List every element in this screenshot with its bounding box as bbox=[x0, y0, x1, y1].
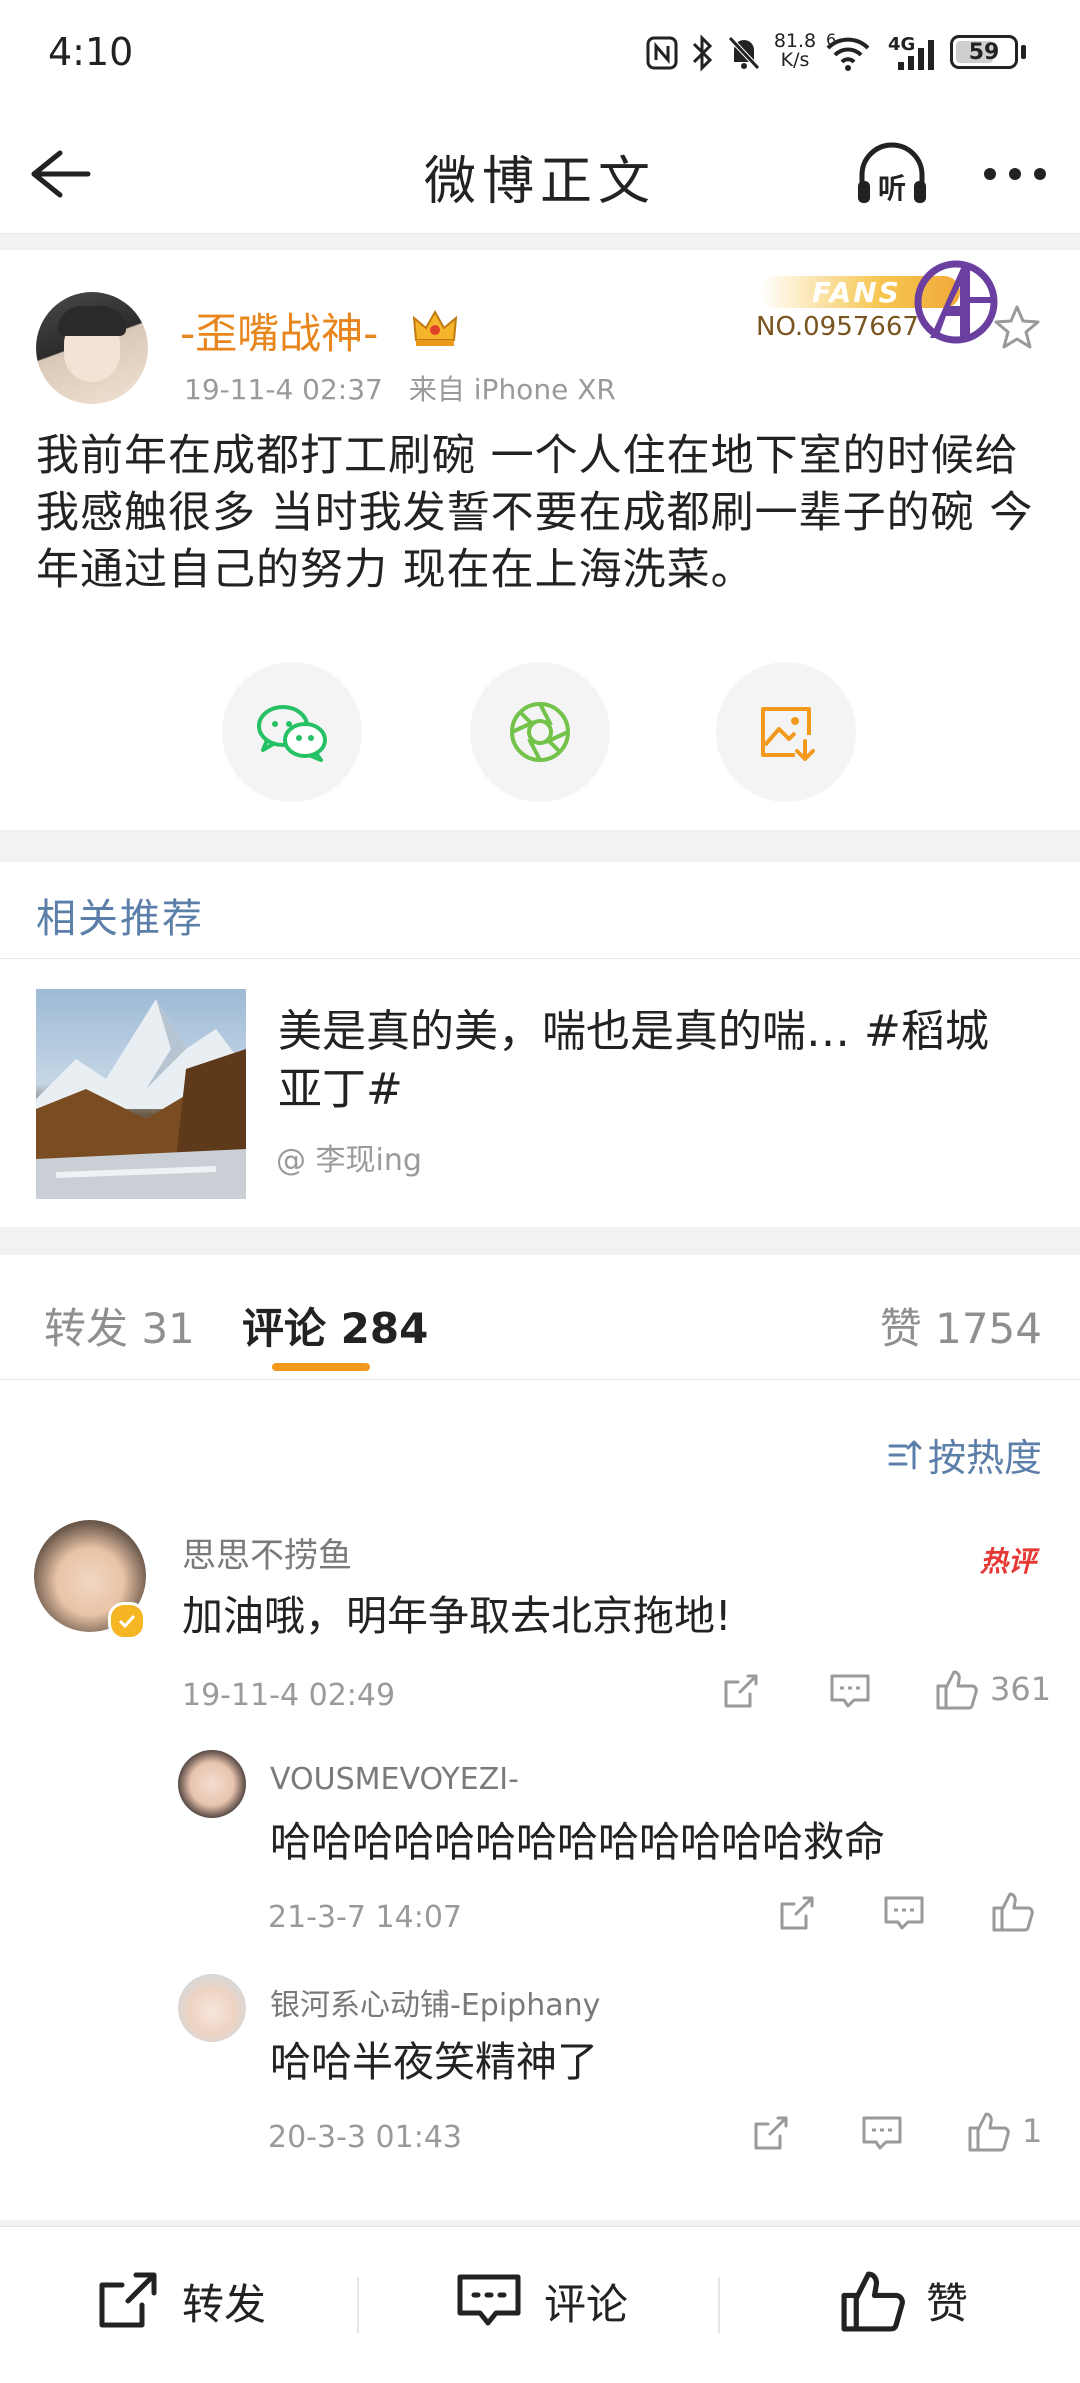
author-avatar[interactable] bbox=[36, 292, 148, 404]
fans-number: NO.0957667 bbox=[756, 312, 919, 342]
related-item-thumbnail bbox=[36, 989, 246, 1199]
bottom-repost-label: 转发 bbox=[182, 2279, 267, 2329]
verified-badge-icon bbox=[108, 1602, 146, 1640]
commenter-name[interactable]: 思思不捞鱼 bbox=[182, 1528, 352, 1577]
reply-like-count: 1 bbox=[1022, 2112, 1043, 2150]
reply-comment-button[interactable] bbox=[882, 1892, 926, 1934]
comment-item: 思思不捞鱼 热评 加油哦，明年争取去北京拖地! 19-11-4 02:49 36… bbox=[0, 1520, 1080, 2200]
status-time: 4:10 bbox=[48, 30, 134, 74]
reply-name[interactable]: VOUSMEVOYEZI- bbox=[270, 1762, 519, 1797]
more-button[interactable] bbox=[980, 159, 1050, 189]
reply-name[interactable]: 银河系心动铺-Epiphany bbox=[270, 1980, 600, 2024]
repost-icon bbox=[96, 2269, 160, 2333]
listen-button[interactable]: 听 bbox=[854, 137, 930, 213]
tab-likes[interactable]: 赞 1754 bbox=[880, 1295, 1042, 1356]
top-nav: 微博正文 听 bbox=[0, 115, 1080, 234]
reply-item: 银河系心动铺-Epiphany 哈哈半夜笑精神了 20-3-3 01:43 1 bbox=[0, 1970, 1080, 2190]
crown-badge-icon bbox=[410, 306, 460, 348]
moments-aperture-icon bbox=[508, 700, 572, 764]
fans-badge[interactable]: FANS NO.0957667 bbox=[740, 254, 1005, 354]
mute-bell-icon bbox=[726, 34, 762, 72]
page-title: 微博正文 bbox=[423, 152, 656, 212]
share-out-icon bbox=[750, 2112, 792, 2154]
net-speed: 81.8 K/s bbox=[772, 32, 818, 70]
hot-comment-tag: 热评 bbox=[979, 1545, 1036, 1578]
reply-avatar[interactable] bbox=[178, 1750, 246, 1818]
related-section-title: 相关推荐 bbox=[36, 896, 204, 942]
sort-icon bbox=[888, 1438, 922, 1472]
sort-label: 按热度 bbox=[927, 1436, 1042, 1480]
comment-icon bbox=[456, 2269, 522, 2333]
status-bar: 4:10 81.8 K/s 6 4G 59 bbox=[0, 0, 1080, 115]
favorite-star-button[interactable] bbox=[992, 302, 1042, 352]
post-meta: 19-11-4 02:37 来自 iPhone XR bbox=[184, 368, 616, 408]
reply-like-button[interactable] bbox=[990, 1888, 1036, 1934]
author-name[interactable]: -歪嘴战神- bbox=[180, 300, 378, 361]
post-time: 19-11-4 02:37 bbox=[184, 373, 383, 406]
related-item[interactable]: 美是真的美，喘也是真的喘… #稻城亚丁# @ 李现ing bbox=[0, 959, 1080, 1227]
share-out-icon bbox=[776, 1892, 818, 1934]
comment-bubble-icon bbox=[882, 1892, 926, 1934]
bottom-like-label: 赞 bbox=[926, 2278, 969, 2328]
reply-item: VOUSMEVOYEZI- 哈哈哈哈哈哈哈哈哈哈哈哈哈救命 21-3-7 14:… bbox=[0, 1750, 1080, 1970]
sort-toggle[interactable]: 按热度 bbox=[888, 1427, 1042, 1482]
listen-label: 听 bbox=[877, 172, 906, 205]
comment-like-count: 361 bbox=[990, 1670, 1052, 1708]
signal-icon bbox=[896, 38, 938, 72]
tab-active-indicator bbox=[272, 1363, 370, 1371]
thumbs-up-icon bbox=[966, 2108, 1012, 2154]
avengers-logo-icon bbox=[910, 256, 1002, 348]
comment-reply-button[interactable] bbox=[828, 1670, 872, 1712]
reply-share-button[interactable] bbox=[750, 2112, 792, 2154]
battery-level: 59 bbox=[968, 39, 1000, 65]
reply-text: 哈哈哈哈哈哈哈哈哈哈哈哈哈救命 bbox=[270, 1818, 885, 1866]
comment-bubble-icon bbox=[828, 1670, 872, 1712]
reply-comment-button[interactable] bbox=[860, 2112, 904, 2154]
comment-text: 加油哦，明年争取去北京拖地! bbox=[182, 1592, 732, 1640]
reply-avatar[interactable] bbox=[178, 1974, 246, 2042]
save-image-button[interactable] bbox=[716, 662, 856, 802]
wechat-icon bbox=[255, 702, 329, 762]
bottom-like-button[interactable]: 赞 bbox=[838, 2265, 968, 2335]
comment-time: 19-11-4 02:49 bbox=[182, 1678, 396, 1713]
related-item-title: 美是真的美，喘也是真的喘… #稻城亚丁# bbox=[278, 1006, 989, 1115]
share-out-icon bbox=[720, 1670, 762, 1712]
thumbs-up-icon bbox=[934, 1666, 980, 1712]
battery-icon: 59 bbox=[950, 35, 1018, 69]
reply-like-button[interactable]: 1 bbox=[966, 2108, 1042, 2154]
bottom-comment-label: 评论 bbox=[544, 2279, 629, 2329]
reply-time: 20-3-3 01:43 bbox=[268, 2120, 462, 2155]
tab-repost[interactable]: 转发 31 bbox=[44, 1295, 195, 1356]
comment-like-button[interactable]: 361 bbox=[934, 1666, 1051, 1712]
reply-share-button[interactable] bbox=[776, 1892, 818, 1934]
comment-bubble-icon bbox=[860, 2112, 904, 2154]
share-moments-button[interactable] bbox=[470, 662, 610, 802]
bottom-comment-button[interactable]: 评论 bbox=[456, 2269, 628, 2333]
nfc-icon bbox=[646, 36, 678, 70]
more-dots-icon bbox=[980, 159, 1050, 189]
post-source: 来自 iPhone XR bbox=[408, 373, 616, 406]
wifi-label: 6 bbox=[826, 30, 837, 49]
back-button[interactable] bbox=[24, 141, 94, 207]
thumbs-up-icon bbox=[838, 2265, 908, 2335]
bluetooth-icon bbox=[690, 34, 714, 72]
reply-time: 21-3-7 14:07 bbox=[268, 1900, 462, 1935]
reply-text: 哈哈半夜笑精神了 bbox=[270, 2038, 598, 2086]
share-wechat-button[interactable] bbox=[222, 662, 362, 802]
bottom-repost-button[interactable]: 转发 bbox=[96, 2269, 266, 2333]
thumbs-up-icon bbox=[990, 1888, 1036, 1934]
comments-section: 转发 31 评论 284 赞 1754 按热度 思思不捞鱼 热评 加油哦，明年争… bbox=[0, 1255, 1080, 2220]
tab-comments[interactable]: 评论 284 bbox=[242, 1295, 428, 1356]
related-item-author: @ 李现ing bbox=[276, 1143, 422, 1178]
comment-share-button[interactable] bbox=[720, 1670, 762, 1712]
fans-badge-label: FANS bbox=[812, 276, 901, 309]
post-text: 我前年在成都打工刷碗 一个人住在地下室的时候给我感触很多 当时我发誓不要在成都刷… bbox=[36, 431, 1034, 595]
image-download-icon bbox=[755, 701, 817, 763]
related-section: 相关推荐 美是真的美，喘也是真的喘… #稻城亚丁# @ 李现ing bbox=[0, 862, 1080, 1227]
bottom-action-bar: 转发 评论 赞 bbox=[0, 2226, 1080, 2383]
post-card: -歪嘴战神- FANS NO.0957667 19-11-4 02:37 来自 i… bbox=[0, 250, 1080, 830]
net-speed-unit: K/s bbox=[780, 49, 810, 71]
arrow-left-icon bbox=[24, 141, 94, 207]
star-outline-icon bbox=[992, 302, 1042, 352]
